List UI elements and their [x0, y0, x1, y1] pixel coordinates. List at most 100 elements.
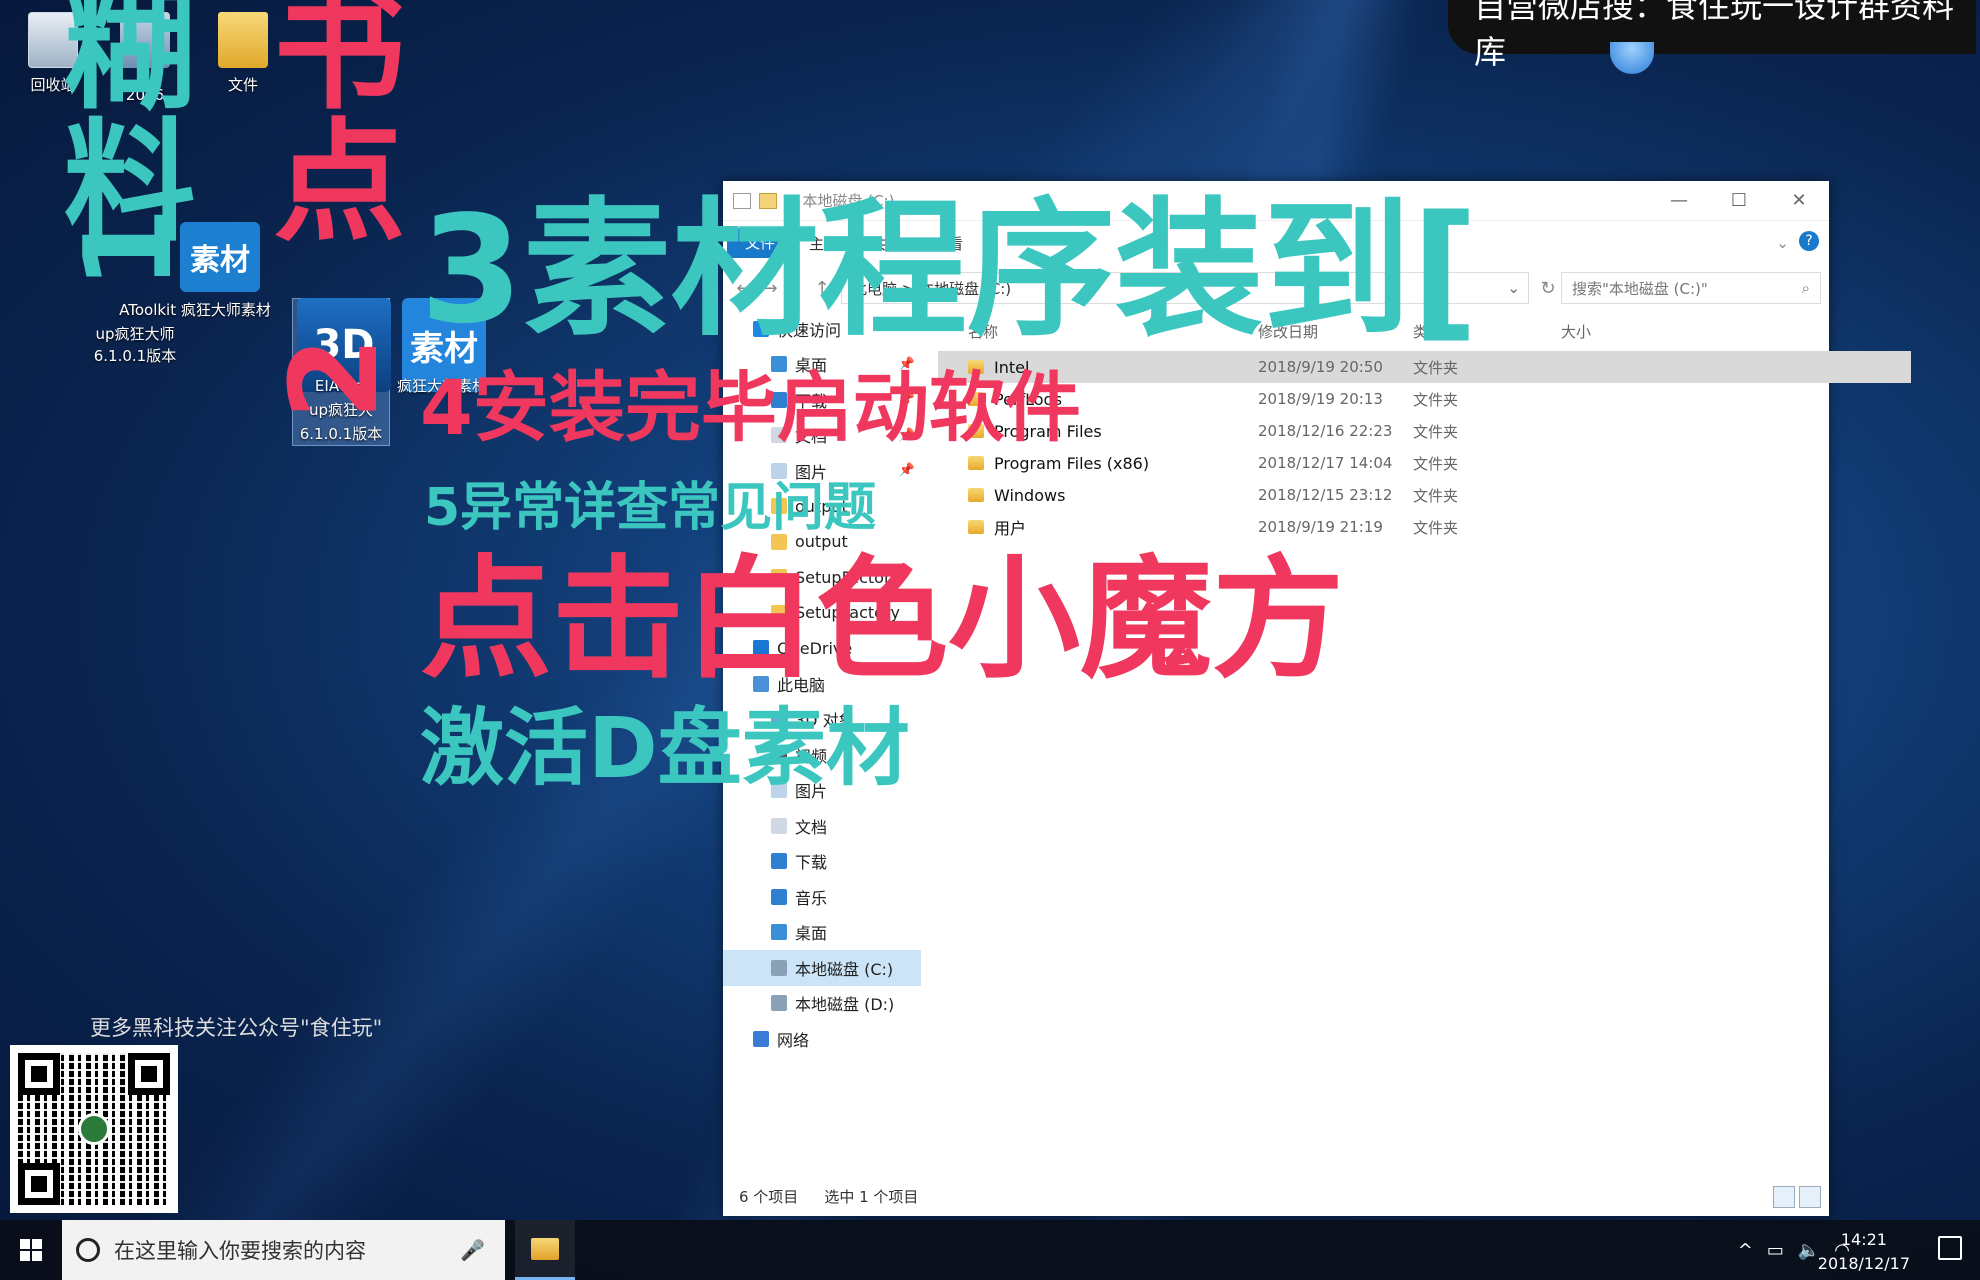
network-icon — [753, 1030, 769, 1047]
search-input[interactable]: 搜索"本地磁盘 (C:)" ⌕ — [1561, 272, 1821, 304]
file-type: 文件夹 — [1413, 422, 1459, 441]
details-view-icon[interactable] — [1773, 1186, 1795, 1208]
picture-icon — [771, 462, 787, 479]
window-controls: — ☐ ✕ — [1649, 181, 1829, 221]
nav-item-label: 网络 — [777, 1030, 810, 1050]
nav-item-label: 桌面 — [795, 924, 828, 944]
music-icon — [771, 888, 787, 905]
nav-item[interactable]: 音乐 — [723, 879, 921, 915]
close-button[interactable]: ✕ — [1769, 181, 1829, 221]
file-name-cell: Windows — [938, 486, 1258, 505]
promo-banner-text: 自营微店搜：食住玩一设计群资料库 — [1474, 0, 1955, 71]
overlay-step-2-chars: 书点 — [251, 0, 405, 244]
nav-item-label: 音乐 — [795, 888, 828, 908]
drive-icon — [771, 995, 787, 1012]
overlay-step-3: 3素材程序装到[ — [420, 184, 1479, 356]
nav-item[interactable]: 网络 — [723, 1021, 921, 1057]
file-row[interactable]: Program Files 2018/12/16 22:23 文件夹 — [938, 415, 1911, 447]
refresh-icon[interactable]: ↻ — [1535, 278, 1561, 299]
selected-count: 选中 1 个项目 — [824, 1187, 919, 1206]
file-row[interactable]: PerfLogs 2018/9/19 20:13 文件夹 — [938, 383, 1911, 415]
cortana-icon — [76, 1238, 100, 1262]
view-toggle — [1773, 1186, 1821, 1208]
overlay-activate-d: 激活D盘素材 — [420, 699, 910, 797]
overlay-char: 糊 — [41, 0, 195, 112]
notification-center-icon[interactable] — [1938, 1236, 1962, 1260]
app-label: AToolkit 疯狂大师素材 — [119, 301, 271, 319]
maximize-button[interactable]: ☐ — [1709, 181, 1769, 221]
nav-item-label: 本地磁盘 (D:) — [795, 995, 895, 1015]
nav-item[interactable]: 本地磁盘 (C:) — [723, 950, 921, 986]
show-hidden-icons-icon[interactable]: ^ — [1738, 1240, 1753, 1261]
file-date: 2018/9/19 21:19 — [1258, 518, 1383, 536]
help-icon[interactable]: ? — [1799, 231, 1819, 251]
folder-icon — [968, 520, 984, 534]
qr-caption: 更多黑科技关注公众号"食住玩" — [90, 1016, 383, 1040]
file-name: Program Files (x86) — [994, 453, 1150, 473]
nav-item-label: 本地磁盘 (C:) — [795, 959, 894, 979]
app-tile-text: 素材 — [190, 243, 250, 278]
overlay-click-cube: 点击白色小魔方 — [420, 543, 1344, 697]
search-icon: ⌕ — [1801, 279, 1810, 297]
item-count: 6 个项目 — [739, 1187, 799, 1206]
taskbar: 在这里输入你要搜索的内容 🎤 ^ ▭ 🔈 ◠ 14:21 2018/12/17 — [0, 1220, 1980, 1280]
app-label: 6.1.0.1版本 — [93, 347, 177, 365]
nav-item-label: 文档 — [795, 817, 828, 837]
file-type: 文件夹 — [1413, 390, 1459, 409]
file-name: 用户 — [994, 519, 1027, 538]
qr-finder — [18, 1163, 60, 1205]
qr-finder — [18, 1053, 60, 1095]
chevron-down-icon[interactable]: ⌄ — [1507, 279, 1520, 297]
microphone-icon[interactable]: 🎤 — [460, 1238, 485, 1262]
ribbon-expand-icon[interactable]: ⌄ — [1776, 234, 1789, 252]
clock[interactable]: 14:21 2018/12/17 — [1818, 1228, 1910, 1276]
nav-item[interactable]: 文档 — [723, 808, 921, 844]
file-date: 2018/12/15 23:12 — [1258, 486, 1393, 504]
file-type: 文件夹 — [1413, 454, 1459, 473]
overlay-step-4: 4安装完毕启动软件 — [420, 363, 1081, 452]
overlay-char: 点 — [251, 112, 405, 244]
folder-icon — [968, 488, 984, 502]
file-name: Windows — [994, 485, 1066, 505]
file-name-cell: Program Files (x86) — [938, 454, 1258, 473]
download-icon — [771, 853, 787, 870]
file-type: 文件夹 — [1413, 518, 1459, 537]
clock-time: 14:21 — [1840, 1230, 1887, 1249]
status-bar: 6 个项目 选中 1 个项目 — [723, 1176, 1829, 1216]
file-row[interactable]: Program Files (x86) 2018/12/17 14:04 文件夹 — [938, 447, 1911, 479]
taskbar-file-explorer[interactable] — [515, 1220, 575, 1280]
qr-code — [10, 1045, 178, 1213]
qr-logo — [78, 1113, 110, 1145]
pin-icon[interactable]: 📌 — [899, 463, 915, 478]
app-label: 6.1.0.1版本 — [299, 425, 383, 443]
file-explorer-icon — [531, 1237, 559, 1260]
file-date: 2018/12/16 22:23 — [1258, 422, 1393, 440]
app-label: up疯狂大师 — [95, 325, 175, 343]
document-icon — [771, 817, 787, 834]
desktop-icon — [771, 924, 787, 941]
file-row[interactable]: 用户 2018/9/19 21:19 文件夹 — [938, 511, 1911, 543]
start-button[interactable] — [0, 1220, 62, 1280]
minimize-button[interactable]: — — [1649, 181, 1709, 221]
file-row[interactable]: Windows 2018/12/15 23:12 文件夹 — [938, 479, 1911, 511]
promo-banner: 自营微店搜：食住玩一设计群资料库 — [1448, 0, 1976, 71]
search-placeholder: 搜索"本地磁盘 (C:)" — [1572, 279, 1708, 298]
overlay-step-2-number: 2 — [266, 336, 405, 421]
file-date: 2018/9/19 20:13 — [1258, 390, 1383, 408]
overlay-step-1-number: 1 — [60, 206, 199, 291]
file-type: 文件夹 — [1413, 486, 1459, 505]
column-header-size[interactable]: 大小 — [1561, 321, 1661, 342]
overlay-step-5: 5异常详查常见问题 — [424, 478, 877, 538]
nav-item[interactable]: 桌面 — [723, 915, 921, 951]
file-date: 2018/9/19 20:50 — [1258, 358, 1383, 376]
battery-icon[interactable]: ▭ — [1767, 1240, 1784, 1261]
nav-item[interactable]: 本地磁盘 (D:) — [723, 986, 921, 1022]
nav-item[interactable]: 下载 — [723, 844, 921, 880]
large-icons-view-icon[interactable] — [1799, 1186, 1821, 1208]
file-name-cell: 用户 — [938, 515, 1258, 539]
file-type: 文件夹 — [1413, 358, 1459, 377]
taskbar-search-placeholder: 在这里输入你要搜索的内容 — [114, 1239, 366, 1263]
taskbar-search-box[interactable]: 在这里输入你要搜索的内容 🎤 — [62, 1220, 505, 1280]
windows-logo-icon — [20, 1239, 42, 1261]
clock-date: 2018/12/17 — [1817, 1254, 1910, 1273]
